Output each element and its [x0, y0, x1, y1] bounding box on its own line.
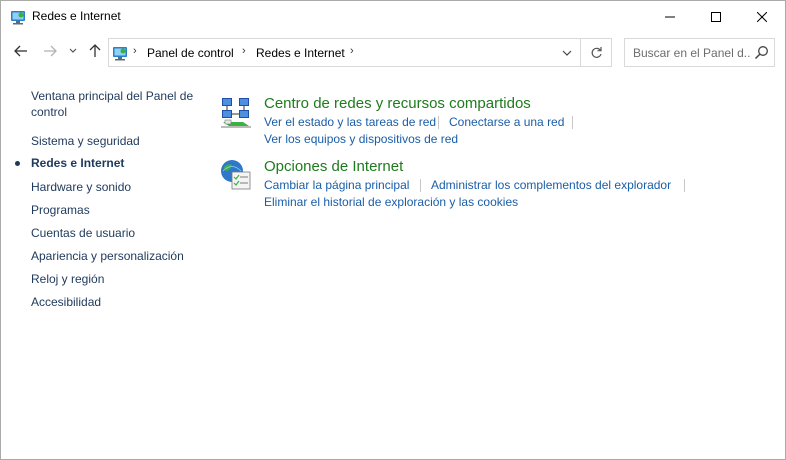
task-link-connect-network[interactable]: Conectarse a una red [449, 115, 564, 129]
sidebar-item-redes-internet: Redes e Internet [31, 156, 125, 170]
address-bar[interactable]: › Panel de control › Redes e Internet › [108, 38, 581, 67]
breadcrumb-redes-e-internet[interactable]: Redes e Internet [256, 46, 345, 60]
refresh-button[interactable] [581, 38, 612, 67]
chevron-down-icon [69, 48, 77, 53]
task-link-network-status[interactable]: Ver el estado y las tareas de red [264, 115, 436, 129]
navigation-bar: › Panel de control › Redes e Internet › [1, 32, 785, 72]
sidebar: Ventana principal del Panel de control S… [1, 72, 206, 452]
main-content: Centro de redes y recursos compartidos V… [206, 72, 785, 452]
back-arrow-icon [14, 45, 27, 57]
current-item-bullet [15, 161, 20, 166]
maximize-button[interactable] [693, 1, 739, 32]
task-separator [420, 179, 421, 192]
task-link-delete-history[interactable]: Eliminar el historial de exploración y l… [264, 195, 518, 209]
task-link-manage-addons[interactable]: Administrar los complementos del explora… [431, 178, 671, 192]
back-button[interactable] [10, 40, 32, 62]
minimize-icon [665, 16, 675, 17]
sidebar-item-apariencia[interactable]: Apariencia y personalización [31, 248, 184, 264]
search-input[interactable] [625, 39, 750, 66]
close-button[interactable] [739, 1, 785, 32]
sidebar-item-hardware-sonido[interactable]: Hardware y sonido [31, 179, 131, 195]
close-icon [757, 11, 767, 22]
sidebar-item-panel-home[interactable]: Ventana principal del Panel de control [31, 88, 201, 120]
forward-arrow-icon [44, 45, 57, 57]
up-button[interactable] [85, 40, 105, 62]
up-arrow-icon [89, 44, 101, 57]
search-box[interactable] [624, 38, 775, 67]
title-bar: Redes e Internet [1, 1, 785, 32]
breadcrumb-separator[interactable]: › [242, 45, 246, 57]
breadcrumb-separator[interactable]: › [133, 45, 137, 57]
minimize-button[interactable] [647, 1, 693, 32]
control-panel-icon [10, 9, 26, 25]
network-sharing-center-icon[interactable] [219, 96, 253, 130]
chevron-down-icon [562, 50, 572, 56]
sidebar-item-accesibilidad[interactable]: Accesibilidad [31, 294, 101, 310]
sidebar-item-sistema-seguridad[interactable]: Sistema y seguridad [31, 133, 140, 149]
internet-options-icon[interactable] [219, 158, 253, 192]
sidebar-item-cuentas-usuario[interactable]: Cuentas de usuario [31, 225, 135, 241]
sidebar-item-programas[interactable]: Programas [31, 202, 90, 218]
search-icon[interactable] [754, 45, 769, 60]
category-title-internet-options[interactable]: Opciones de Internet [264, 158, 403, 175]
task-separator [684, 179, 685, 192]
category-title-network-center[interactable]: Centro de redes y recursos compartidos [264, 95, 531, 112]
control-panel-window: Redes e Internet › Panel de control › Re… [0, 0, 786, 460]
recent-locations-button[interactable] [65, 40, 81, 62]
task-link-change-home-page[interactable]: Cambiar la página principal [264, 178, 409, 192]
control-panel-icon [111, 44, 129, 62]
refresh-icon [591, 47, 602, 58]
task-separator [438, 116, 439, 129]
window-title: Redes e Internet [32, 9, 121, 23]
address-history-dropdown[interactable] [554, 39, 580, 66]
task-link-network-devices[interactable]: Ver los equipos y dispositivos de red [264, 132, 458, 146]
breadcrumb-panel-de-control[interactable]: Panel de control [147, 46, 234, 60]
maximize-icon [711, 11, 721, 22]
task-separator [572, 116, 573, 129]
forward-button[interactable] [39, 40, 61, 62]
sidebar-item-reloj-region[interactable]: Reloj y región [31, 271, 104, 287]
breadcrumb-separator[interactable]: › [350, 45, 354, 57]
